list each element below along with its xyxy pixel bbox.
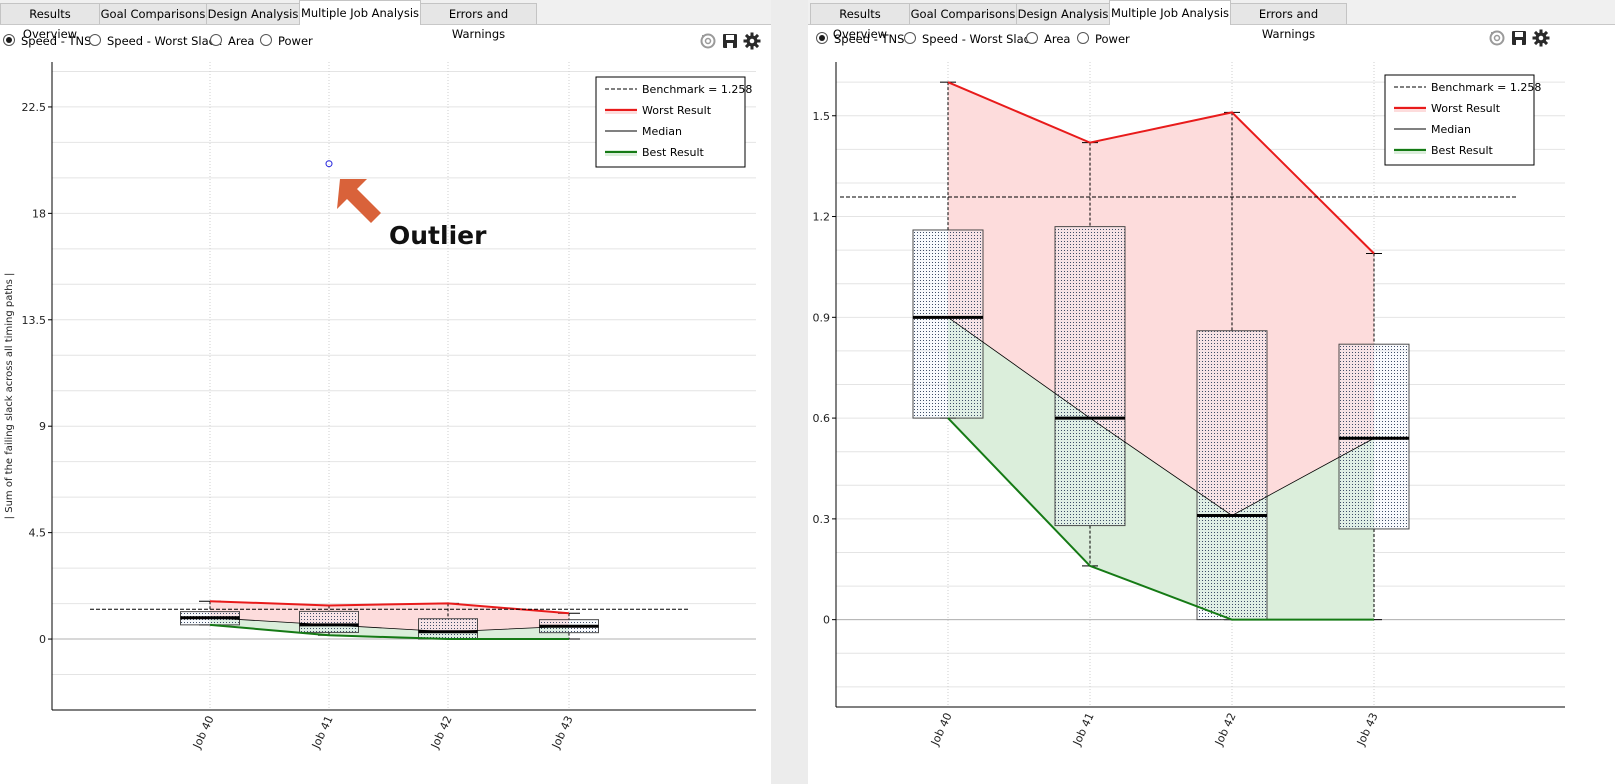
- y-tick-label: 0: [823, 614, 830, 627]
- y-tick-label: 1.5: [813, 110, 831, 123]
- tab-multiple-job-analysis[interactable]: Multiple Job Analysis: [299, 0, 421, 25]
- right-analysis-panel: Results Overview Goal Comparisons Design…: [808, 0, 1615, 784]
- y-tick-label: 0.3: [813, 513, 831, 526]
- box[interactable]: [299, 610, 359, 633]
- y-tick-label: 18: [32, 207, 46, 220]
- x-tick-label: Job 40: [928, 711, 955, 749]
- y-tick-label: 0.9: [813, 311, 831, 324]
- y-tick-label: 9: [39, 420, 46, 433]
- legend-label: Median: [1431, 123, 1471, 136]
- left-analysis-panel: Results Overview Goal Comparisons Design…: [0, 0, 771, 784]
- x-tick-label: Job 40: [190, 714, 217, 752]
- y-tick-label: 13.5: [22, 314, 47, 327]
- y-tick-label: 0: [39, 633, 46, 646]
- x-tick-label: Job 41: [309, 714, 336, 752]
- legend-label: Benchmark = 1.258: [642, 83, 752, 96]
- legend-label: Best Result: [1431, 144, 1494, 157]
- chart-left[interactable]: 0 4.5 9 13.5 18 22.5 | Sum of the failing slac…: [0, 0, 771, 784]
- box[interactable]: [418, 618, 478, 640]
- outlier-annotation-label: Outlier: [389, 221, 487, 250]
- y-tick-label: 0.6: [813, 412, 831, 425]
- legend-label: Worst Result: [642, 104, 712, 117]
- x-tick-label: Job 41: [1070, 711, 1097, 749]
- box[interactable]: [912, 229, 984, 419]
- legend-label: Benchmark = 1.258: [1431, 81, 1541, 94]
- x-tick-label: Job 43: [1354, 711, 1381, 749]
- box[interactable]: [1054, 226, 1126, 527]
- x-tick-label: Job 42: [1212, 711, 1239, 749]
- y-axis-label: | Sum of the failing slack across all ti…: [4, 273, 15, 520]
- legend-label: Median: [642, 125, 682, 138]
- y-tick-label: 1.2: [813, 211, 831, 224]
- y-tick-label: 4.5: [29, 527, 47, 540]
- box[interactable]: [1196, 330, 1268, 621]
- tab-multiple-job-analysis[interactable]: Multiple Job Analysis: [1109, 0, 1231, 25]
- chart-right[interactable]: 00.30.60.91.21.5| Sum of the failing sla…: [808, 0, 1615, 784]
- box[interactable]: [1338, 343, 1410, 530]
- y-tick-label: 22.5: [22, 101, 47, 114]
- x-tick-label: Job 42: [428, 714, 455, 752]
- legend-label: Best Result: [642, 146, 705, 159]
- legend-label: Worst Result: [1431, 102, 1501, 115]
- x-tick-label: Job 43: [549, 714, 576, 752]
